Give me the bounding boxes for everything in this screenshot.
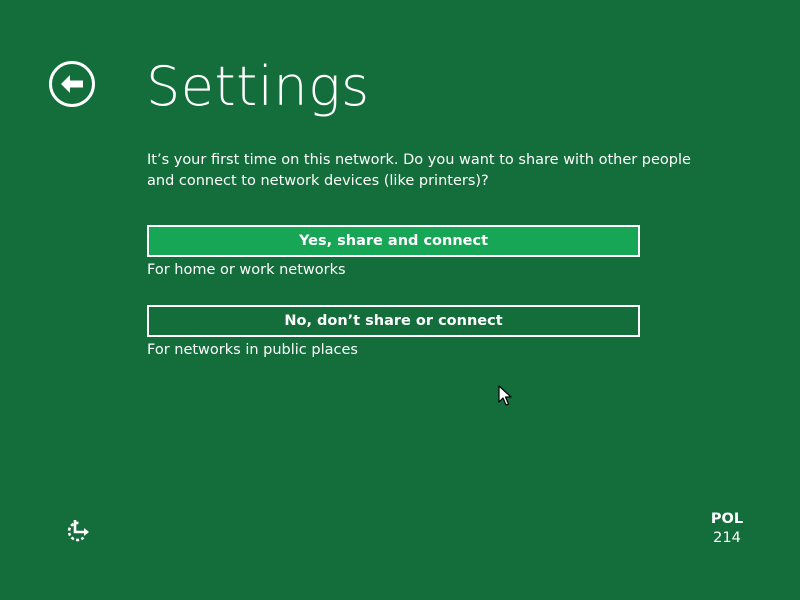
dont-share-description: For networks in public places (147, 342, 358, 358)
back-arrow-circle-icon (49, 61, 95, 107)
page-title: Settings (146, 55, 370, 118)
input-language-indicator[interactable]: POL 214 (700, 510, 754, 548)
ease-of-access-button[interactable] (64, 518, 92, 544)
language-id: 214 (713, 530, 741, 546)
share-and-connect-description: For home or work networks (147, 262, 346, 278)
mouse-cursor-icon (498, 385, 512, 406)
ease-of-access-icon (67, 520, 89, 542)
share-and-connect-button[interactable]: Yes, share and connect (147, 225, 640, 257)
language-code: POL (710, 511, 744, 527)
network-sharing-prompt: It’s your first time on this network. Do… (147, 152, 691, 189)
dont-share-button[interactable]: No, don’t share or connect (147, 305, 640, 337)
back-button[interactable] (48, 60, 96, 108)
